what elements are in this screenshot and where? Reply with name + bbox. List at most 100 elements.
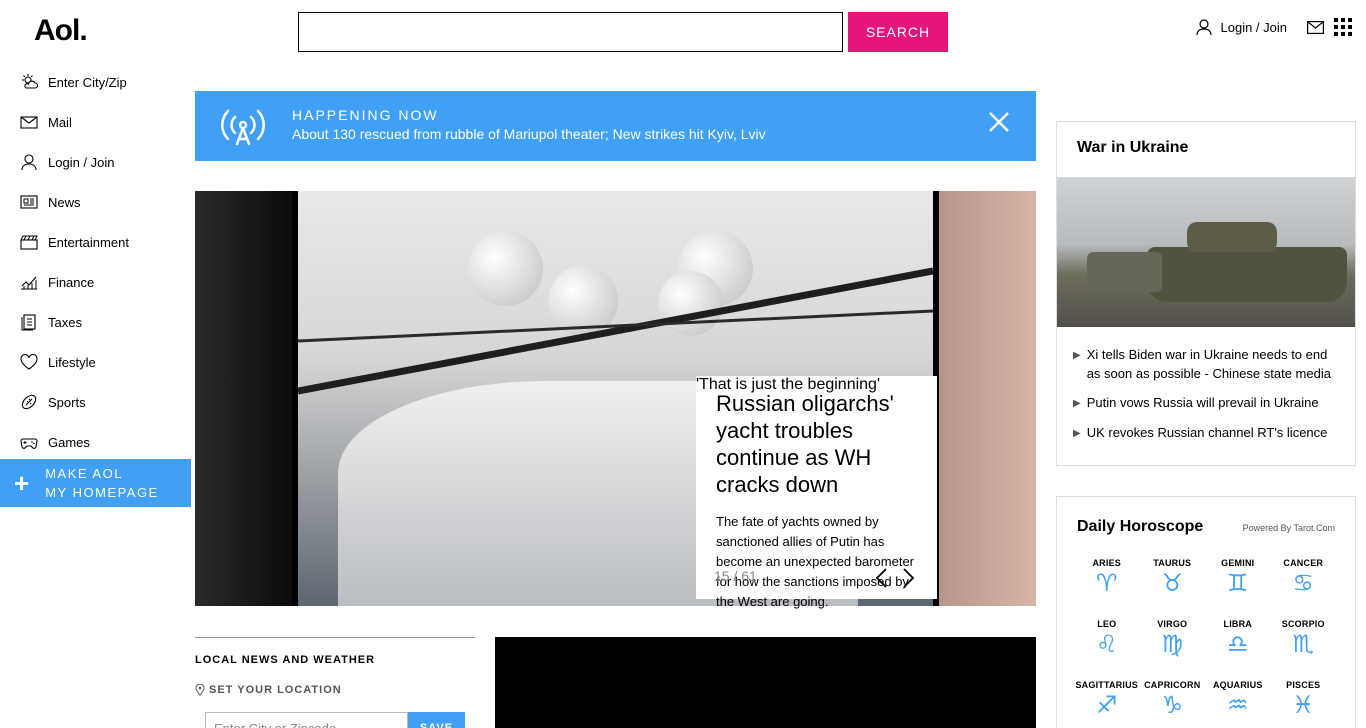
leo-icon: ♌ (1095, 630, 1118, 658)
zodiac-grid: ARIES ♈ TAURUS ♉ GEMINI ♊ CANCER ♋ LEO ♌ VIRG… (1074, 558, 1336, 728)
zodiac-cancer[interactable]: CANCER ♋ (1271, 558, 1337, 609)
carousel-counter: 15 / 61 (714, 568, 757, 584)
make-homepage-line2: MY HOMEPAGE (45, 485, 159, 500)
carousel-caption-card[interactable]: Russian oligarchs' yacht troubles contin… (696, 376, 937, 609)
sidebar-item-games[interactable]: Games (0, 422, 191, 462)
finance-icon (21, 276, 37, 290)
triangle-bullet-icon: ▶ (1073, 398, 1081, 409)
heart-icon (20, 353, 38, 370)
set-location-link[interactable]: SET YOUR LOCATION (195, 684, 475, 696)
zodiac-name: LEO (1097, 619, 1117, 629)
zodiac-capricorn[interactable]: CAPRICORN ♑ (1140, 680, 1206, 728)
zodiac-name: AQUARIUS (1212, 680, 1263, 690)
sidebar-item-label: News (48, 194, 81, 210)
search-button[interactable]: SEARCH (848, 12, 948, 52)
zodiac-scorpio[interactable]: SCORPIO ♏ (1271, 619, 1337, 670)
sidebar-item-label: Taxes (48, 314, 82, 330)
list-item[interactable]: ▶ UK revokes Russian channel RT's licence (1073, 423, 1343, 443)
sidebar-item-mail[interactable]: Mail (0, 102, 191, 142)
carousel-quote-link[interactable]: 'That is just the beginning' (696, 376, 880, 394)
carousel-prev-slide[interactable] (195, 191, 292, 606)
cancer-icon: ♋ (1292, 569, 1314, 597)
sidebar-item-label: Enter City/Zip (48, 74, 127, 90)
happening-now-headline[interactable]: About 130 rescued from rubble of Mariupo… (292, 126, 766, 142)
sidebar-nav: Enter City/Zip Mail Login / Join News En… (0, 62, 191, 462)
aries-icon: ♈ (1095, 569, 1118, 597)
zip-input[interactable]: Enter City or Zipcode (205, 712, 408, 728)
sidebar-item-lifestyle[interactable]: Lifestyle (0, 342, 191, 382)
video-player[interactable] (495, 637, 1036, 728)
set-location-label: SET YOUR LOCATION (209, 684, 342, 696)
zodiac-libra[interactable]: LIBRA ♎ (1205, 619, 1271, 670)
scorpio-icon: ♏ (1292, 630, 1314, 658)
horoscope-powered-by: Powered By Tarot.Com (1242, 523, 1335, 533)
happening-now-banner[interactable]: HAPPENING NOW About 130 rescued from rub… (195, 91, 1036, 161)
tank-shape (1087, 252, 1162, 292)
sidebar-item-label: Games (48, 434, 90, 450)
clapper-icon (20, 235, 38, 250)
zodiac-aquarius[interactable]: AQUARIUS ♒ (1205, 680, 1271, 728)
ukraine-link-text[interactable]: Xi tells Biden war in Ukraine needs to e… (1087, 345, 1343, 383)
ukraine-link-text[interactable]: Putin vows Russia will prevail in Ukrain… (1087, 393, 1319, 413)
pisces-icon: ♓ (1292, 691, 1314, 719)
zodiac-name: LIBRA (1223, 619, 1252, 629)
list-item[interactable]: ▶ Putin vows Russia will prevail in Ukrai… (1073, 393, 1343, 413)
sidebar-item-weather[interactable]: Enter City/Zip (0, 62, 191, 102)
user-icon (21, 154, 37, 171)
ukraine-photo[interactable] (1057, 177, 1355, 327)
sidebar-item-entertainment[interactable]: Entertainment (0, 222, 191, 262)
gemini-icon: ♊ (1226, 569, 1249, 597)
list-item[interactable]: ▶ Xi tells Biden war in Ukraine needs to … (1073, 345, 1343, 383)
ukraine-card-title[interactable]: War in Ukraine (1077, 139, 1188, 157)
sidebar-item-login[interactable]: Login / Join (0, 142, 191, 182)
carousel-next-slide[interactable] (939, 191, 1036, 606)
zodiac-name: SAGITTARIUS (1075, 680, 1139, 690)
zodiac-virgo[interactable]: VIRGO ♍ (1140, 619, 1206, 670)
make-homepage-button[interactable]: + MAKE AOL MY HOMEPAGE (0, 459, 191, 507)
football-icon (21, 394, 37, 410)
chevron-right-icon[interactable] (902, 567, 916, 589)
sidebar-item-label: Finance (48, 274, 95, 290)
broadcast-tower-icon (221, 109, 265, 146)
header-login-link[interactable]: Login / Join (1195, 18, 1288, 36)
zodiac-gemini[interactable]: GEMINI ♊ (1205, 558, 1271, 609)
carousel-headline[interactable]: Russian oligarchs' yacht troubles contin… (716, 390, 919, 498)
apps-grid-icon[interactable] (1334, 18, 1352, 36)
virgo-icon: ♍ (1161, 630, 1183, 658)
save-button[interactable]: SAVE (408, 712, 465, 728)
ukraine-link-text[interactable]: UK revokes Russian channel RT's licence (1087, 423, 1328, 443)
chevron-left-icon[interactable] (874, 567, 888, 589)
sidebar-item-sports[interactable]: Sports (0, 382, 191, 422)
zodiac-leo[interactable]: LEO ♌ (1074, 619, 1140, 670)
zodiac-taurus[interactable]: TAURUS ♉ (1140, 558, 1206, 609)
zodiac-pisces[interactable]: PISCES ♓ (1271, 680, 1337, 728)
sidebar-item-label: Sports (48, 394, 86, 410)
search-input[interactable] (298, 12, 843, 52)
local-news-section: LOCAL NEWS AND WEATHER SET YOUR LOCATION… (195, 637, 475, 728)
plus-icon: + (14, 468, 30, 498)
sidebar-item-taxes[interactable]: Taxes (0, 302, 191, 342)
happening-now-label: HAPPENING NOW (292, 107, 439, 123)
make-homepage-line1: MAKE AOL (45, 466, 123, 481)
mail-icon[interactable] (1307, 20, 1324, 34)
aquarius-icon: ♒ (1226, 691, 1249, 719)
zodiac-aries[interactable]: ARIES ♈ (1074, 558, 1140, 609)
triangle-bullet-icon: ▶ (1073, 350, 1081, 361)
tank-shape (1147, 247, 1347, 302)
mail-icon (20, 116, 38, 129)
sidebar-item-news[interactable]: News (0, 182, 191, 222)
zodiac-sagittarius[interactable]: SAGITTARIUS ♐ (1074, 680, 1140, 728)
sidebar-item-finance[interactable]: Finance (0, 262, 191, 302)
header-login-label: Login / Join (1220, 19, 1288, 35)
header-actions: Login / Join (1195, 18, 1352, 36)
capricorn-icon: ♑ (1161, 691, 1183, 719)
news-icon (20, 195, 38, 209)
zodiac-name: PISCES (1286, 680, 1321, 690)
zodiac-name: GEMINI (1221, 558, 1255, 568)
tank-turret-shape (1187, 222, 1277, 252)
war-in-ukraine-card: War in Ukraine ▶ Xi tells Biden war in Uk… (1056, 121, 1356, 466)
sidebar-item-label: Mail (48, 114, 72, 130)
aol-logo[interactable]: Aol. (34, 14, 88, 48)
close-icon[interactable] (988, 111, 1010, 133)
sagittarius-icon: ♐ (1095, 691, 1118, 719)
